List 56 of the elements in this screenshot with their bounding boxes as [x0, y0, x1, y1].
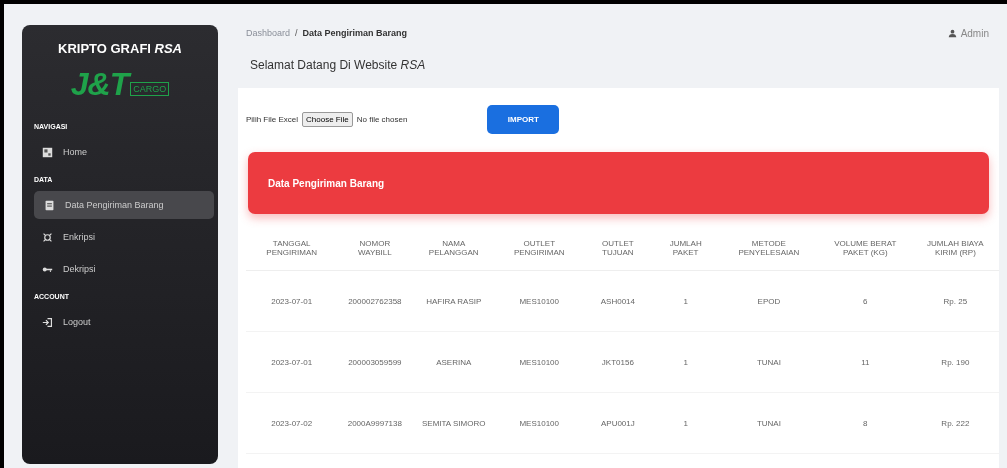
nav-item[interactable]: Enkripsi [32, 223, 206, 251]
table-cell: SEMITA SIMORO [412, 392, 496, 454]
virus-icon [42, 231, 53, 243]
table-icon [44, 199, 55, 211]
upload-label: Pilih File Excel [246, 114, 298, 124]
column-header: TANGGAL PENGIRIMAN [246, 226, 338, 271]
nav-item[interactable]: Logout [32, 308, 206, 336]
table-cell: 1 [652, 392, 719, 454]
column-header: METODE PENYELESAIAN [718, 226, 819, 271]
table-cell: JKT0156 [583, 331, 653, 393]
table-cell: 1 [652, 270, 719, 332]
column-header: JUMLAH PAKET [652, 226, 719, 271]
table-cell: 2023-07-01 [246, 270, 338, 332]
panel-header: Data Pengiriman Barang [248, 152, 989, 214]
column-header: NAMA PELANGGAN [412, 226, 496, 271]
nav-item[interactable]: Home [32, 138, 206, 166]
table-cell: 6 [818, 270, 912, 332]
import-button[interactable]: IMPORT [487, 104, 560, 134]
table-cell: 11 [818, 331, 912, 393]
table-cell: Rp. 222 [911, 392, 999, 454]
brand-title: KRIPTO GRAFI RSA [57, 41, 183, 56]
column-header: OUTLET PENGIRIMAN [495, 226, 584, 271]
logout-icon [42, 316, 53, 328]
welcome-heading: Selamat Datang Di Website RSA [249, 57, 427, 74]
table-cell: 1 [652, 331, 719, 393]
choose-file-button[interactable]: Choose File [302, 111, 353, 127]
table-cell: 2023-07-02 [246, 392, 338, 454]
table-cell: 2023-07-01 [246, 331, 338, 393]
table-cell: MES10100 [495, 392, 584, 454]
logo: J&TCARGO [70, 66, 170, 103]
nav-item[interactable]: Data Pengiriman Barang [34, 191, 214, 219]
table-cell: 8 [818, 392, 912, 454]
table-cell: HAFIRA RASIP [412, 270, 496, 332]
column-header: JUMLAH BIAYA KIRIM (RP) [911, 226, 999, 271]
table-cell: TUNAI [718, 331, 819, 393]
table-cell: EPOD [718, 270, 819, 332]
user-icon [947, 28, 957, 38]
table-cell: 200003059599 [337, 331, 413, 393]
table-cell: ASERINA [412, 331, 496, 393]
column-header: OUTLET TUJUAN [583, 226, 653, 271]
table-cell: APU001J [583, 392, 653, 454]
dashboard-icon [42, 146, 53, 158]
breadcrumb-separator: / [295, 28, 298, 38]
table-cell: MES10100 [495, 331, 584, 393]
table-cell: MES10100 [495, 270, 584, 332]
table-cell: Rp. 190 [911, 331, 999, 393]
file-status: No file chosen [356, 114, 408, 124]
table-cell: TUNAI [718, 392, 819, 454]
table-cell: Rp. 25 [911, 270, 999, 332]
column-header: VOLUME BERAT PAKET (KG) [818, 226, 912, 271]
table-cell: 200002762358 [337, 270, 413, 332]
column-header: NOMOR WAYBILL [337, 226, 413, 271]
table-cell: ASH0014 [583, 270, 653, 332]
table-cell: 2000A9997138 [337, 392, 413, 454]
breadcrumb-link[interactable]: Data Pengiriman Barang [302, 28, 408, 38]
nav-item[interactable]: Dekripsi [32, 255, 206, 283]
